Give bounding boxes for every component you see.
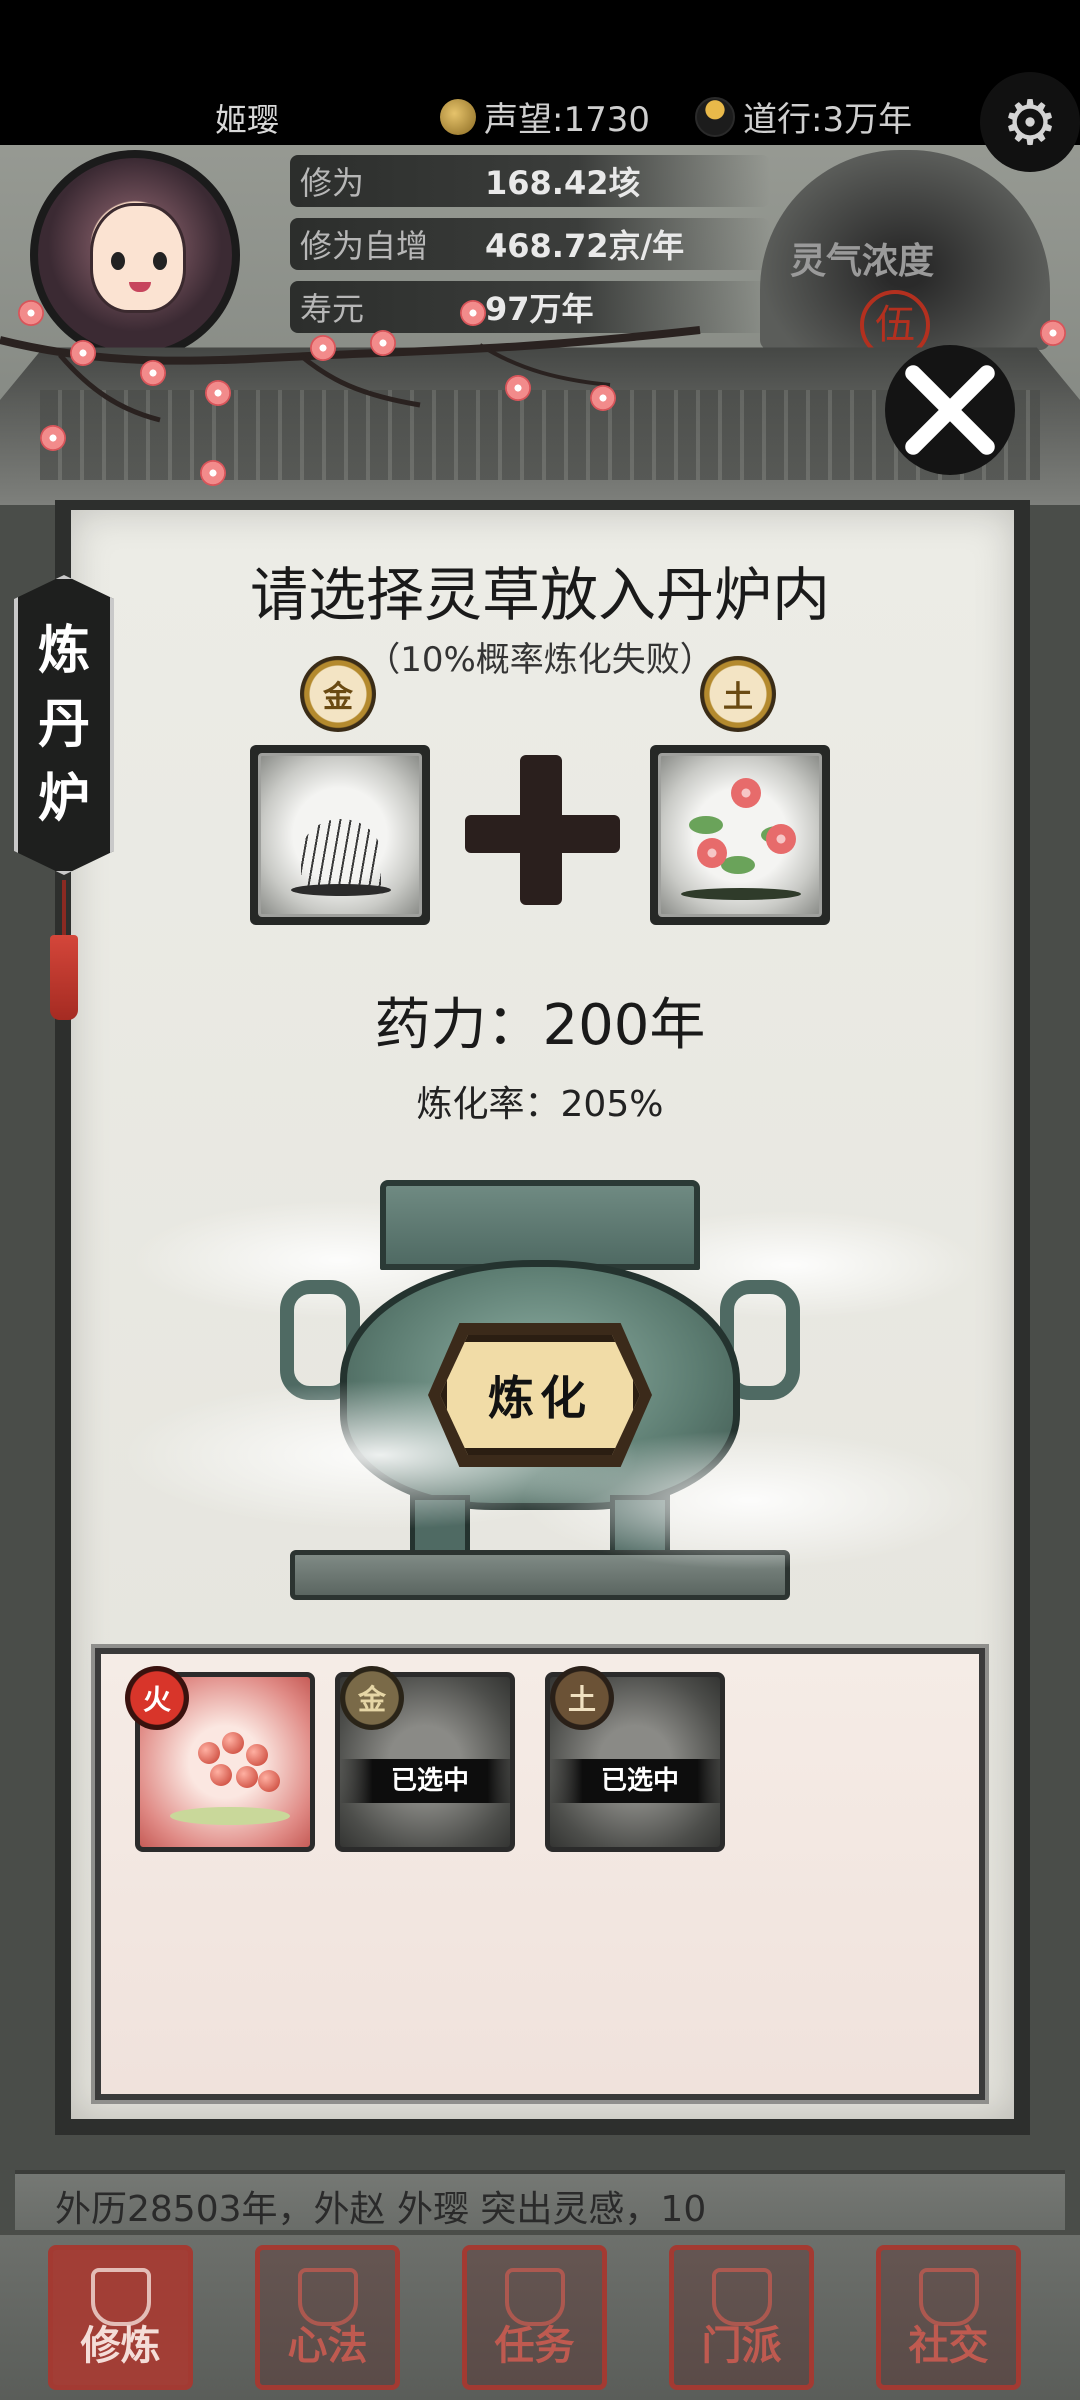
blossom bbox=[370, 330, 396, 356]
dao-text: 道行:3万年 bbox=[743, 100, 913, 140]
stat-label: 修为 bbox=[300, 164, 365, 202]
stat-value: 468.72京/年 bbox=[485, 227, 685, 265]
reputation-text: 声望:1730 bbox=[484, 100, 650, 140]
nav-quests[interactable]: 任务 bbox=[462, 2245, 607, 2390]
earth-element-tag: 土 bbox=[550, 1666, 614, 1730]
earth-element-badge: 土 bbox=[700, 656, 776, 732]
refine-button[interactable]: 炼化 bbox=[440, 1335, 640, 1455]
plus-icon bbox=[465, 755, 620, 905]
herb-slot-left[interactable] bbox=[250, 745, 430, 925]
metal-element-tag: 金 bbox=[340, 1666, 404, 1730]
sect-gate-icon bbox=[712, 2268, 772, 2326]
settings-gear-icon[interactable]: ⚙ bbox=[980, 72, 1080, 172]
quest-scroll-icon bbox=[505, 2268, 565, 2326]
herb-slot-right[interactable] bbox=[650, 745, 830, 925]
taiji-icon bbox=[695, 96, 735, 137]
blossom bbox=[310, 335, 336, 361]
blossom bbox=[205, 380, 231, 406]
petal bbox=[697, 838, 727, 868]
social-people-icon bbox=[919, 2268, 979, 2326]
player-name: 姬璎 bbox=[215, 101, 280, 139]
stat-label: 修为自增 bbox=[300, 227, 429, 265]
ticker-text: 外历28503年，外赵 外璎 突出灵感，10 bbox=[55, 2189, 707, 2230]
tab-char: 丹 bbox=[37, 695, 90, 755]
cultivate-icon bbox=[91, 2268, 151, 2326]
berry bbox=[236, 1766, 258, 1788]
tassel-decoration bbox=[50, 880, 78, 1030]
leaf bbox=[721, 856, 755, 874]
blossom bbox=[140, 360, 166, 386]
scroll-icon bbox=[298, 2268, 358, 2326]
blossom bbox=[505, 375, 531, 401]
red-berry-herb-icon bbox=[188, 1722, 280, 1802]
nav-techniques[interactable]: 心法 bbox=[255, 2245, 400, 2390]
reputation-display: 声望:1730 bbox=[440, 92, 650, 141]
nav-cultivate[interactable]: 修炼 bbox=[48, 2245, 193, 2390]
avatar-face bbox=[90, 203, 186, 313]
berry bbox=[210, 1764, 232, 1786]
tab-char: 炉 bbox=[37, 769, 90, 829]
refine-rate-text: 炼化率：205% bbox=[416, 1084, 664, 1125]
ground bbox=[681, 888, 801, 900]
pink-flower-herb-icon bbox=[658, 753, 822, 917]
blossom bbox=[70, 340, 96, 366]
tab-char: 炼 bbox=[37, 621, 90, 681]
nav-sect[interactable]: 门派 bbox=[669, 2245, 814, 2390]
blossom bbox=[460, 300, 486, 326]
alchemy-furnace-tab[interactable]: 炼 丹 炉 bbox=[14, 575, 114, 875]
selected-label: 已选中 bbox=[340, 1759, 510, 1803]
petal bbox=[731, 778, 761, 808]
stat-row-cultivation: 修为 168.42垓 bbox=[290, 155, 770, 207]
failure-hint: （10%概率炼化失败） bbox=[366, 640, 714, 680]
stat-row-growth: 修为自增 468.72京/年 bbox=[290, 218, 770, 270]
herb-leaves bbox=[170, 1807, 290, 1825]
aura-label: 灵气浓度 bbox=[790, 241, 935, 282]
panel-title: 请选择灵草放入丹炉内 bbox=[249, 561, 830, 629]
petal bbox=[766, 824, 796, 854]
plum-branch-decoration bbox=[0, 326, 701, 423]
stat-value: 168.42垓 bbox=[485, 164, 641, 202]
blossom bbox=[1040, 320, 1066, 346]
blossom bbox=[18, 300, 44, 326]
selected-label: 已选中 bbox=[550, 1759, 720, 1803]
event-ticker: 外历28503年，外赵 外璎 突出灵感，10 bbox=[15, 2170, 1065, 2230]
berry bbox=[246, 1744, 268, 1766]
berry bbox=[222, 1732, 244, 1754]
fire-element-tag: 火 bbox=[125, 1666, 189, 1730]
blossom bbox=[40, 425, 66, 451]
metal-element-badge: 金 bbox=[300, 656, 376, 732]
dao-display: 道行:3万年 bbox=[695, 92, 912, 141]
leaf bbox=[689, 816, 723, 834]
cauldron-lid bbox=[380, 1180, 700, 1270]
nav-social[interactable]: 社交 bbox=[876, 2245, 1021, 2390]
berry bbox=[198, 1742, 220, 1764]
orchid-herb-icon bbox=[258, 753, 422, 917]
berry bbox=[258, 1770, 280, 1792]
close-icon[interactable] bbox=[885, 345, 1015, 475]
potency-text: 药力：200年 bbox=[374, 993, 706, 1058]
reputation-coin-icon bbox=[440, 98, 476, 135]
blossom bbox=[590, 385, 616, 411]
blossom bbox=[200, 460, 226, 486]
